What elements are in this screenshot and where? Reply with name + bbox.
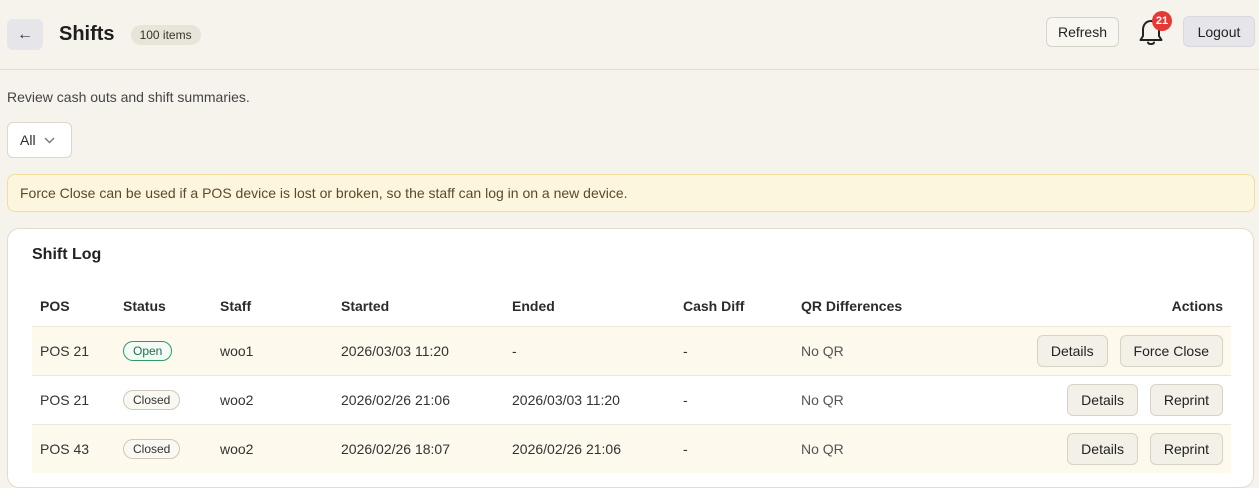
refresh-button[interactable]: Refresh — [1046, 16, 1119, 47]
cell-qr-differences: No QR — [793, 423, 973, 473]
cell-cash-diff: - — [675, 374, 793, 424]
col-staff: Staff — [220, 298, 252, 315]
back-button[interactable]: ← — [7, 19, 43, 50]
cell-pos: POS 21 — [32, 325, 115, 375]
details-button[interactable]: Details — [1067, 432, 1138, 465]
force-close-button[interactable]: Force Close — [1119, 334, 1223, 367]
cell-started: 2026/03/03 11:20 — [333, 325, 504, 375]
cell-ended: 2026/03/03 11:20 — [504, 374, 675, 424]
notification-count-badge: 21 — [1152, 10, 1172, 31]
cell-qr-differences: No QR — [793, 325, 973, 375]
cell-actions: Details Reprint — [973, 374, 1231, 424]
page-title: Shifts — [59, 23, 115, 45]
shift-log-table: POS Status Staff Started Ended Cash Diff… — [32, 287, 1231, 473]
top-bar: ← Shifts 100 items Refresh 21 Logout — [0, 0, 1259, 70]
cell-status: Closed — [115, 374, 212, 424]
status-badge: Open — [123, 340, 173, 361]
page-description: Review cash outs and shift summaries. — [7, 89, 250, 105]
arrow-left-icon: ← — [17, 25, 33, 43]
reprint-button[interactable]: Reprint — [1149, 383, 1223, 416]
table-row: POS 21 Closed woo2 2026/02/26 21:06 2026… — [32, 374, 1231, 424]
chevron-down-icon — [44, 137, 55, 143]
logout-button[interactable]: Logout — [1183, 16, 1255, 47]
cell-status: Open — [115, 325, 212, 375]
cell-ended: 2026/02/26 21:06 — [504, 423, 675, 473]
status-badge: Closed — [123, 438, 181, 459]
details-button[interactable]: Details — [1067, 383, 1138, 416]
header-actions: Refresh 21 Logout — [1046, 10, 1255, 47]
col-qr-differences: QR Differences — [801, 298, 903, 315]
cell-actions: Details Reprint — [973, 423, 1231, 473]
col-cash-diff: Cash Diff — [683, 298, 745, 315]
notifications-button[interactable]: 21 — [1137, 10, 1172, 47]
table-row: POS 43 Closed woo2 2026/02/26 18:07 2026… — [32, 423, 1231, 473]
cell-pos: POS 43 — [32, 423, 115, 473]
shift-log-title: Shift Log — [32, 246, 102, 263]
col-ended: Ended — [512, 298, 555, 315]
cell-actions: Details Force Close — [973, 325, 1231, 375]
status-badge: Closed — [123, 389, 181, 410]
col-actions: Actions — [1171, 298, 1223, 315]
shift-log-card: Shift Log POS Status Staff Started Ended… — [7, 228, 1254, 488]
details-button[interactable]: Details — [1036, 334, 1108, 367]
cell-cash-diff: - — [675, 423, 793, 473]
table-row: POS 21 Open woo1 2026/03/03 11:20 - - No… — [32, 325, 1231, 375]
cell-staff: woo2 — [212, 423, 333, 473]
table-header-row: POS Status Staff Started Ended Cash Diff… — [32, 287, 1231, 326]
cell-staff: woo2 — [212, 374, 333, 424]
col-started: Started — [341, 298, 390, 315]
col-status: Status — [123, 298, 166, 315]
cell-qr-differences: No QR — [793, 374, 973, 424]
cell-status: Closed — [115, 423, 212, 473]
filter-selected-value: All — [20, 132, 36, 148]
cell-cash-diff: - — [675, 325, 793, 375]
reprint-button[interactable]: Reprint — [1149, 432, 1223, 465]
cell-ended: - — [504, 325, 675, 375]
cell-pos: POS 21 — [32, 374, 115, 424]
cell-started: 2026/02/26 21:06 — [333, 374, 504, 424]
cell-started: 2026/02/26 18:07 — [333, 423, 504, 473]
cell-staff: woo1 — [212, 325, 333, 375]
item-count-badge: 100 items — [130, 24, 201, 45]
force-close-notice: Force Close can be used if a POS device … — [7, 174, 1255, 212]
col-pos: POS — [40, 298, 70, 315]
status-filter-select[interactable]: All — [7, 122, 72, 158]
